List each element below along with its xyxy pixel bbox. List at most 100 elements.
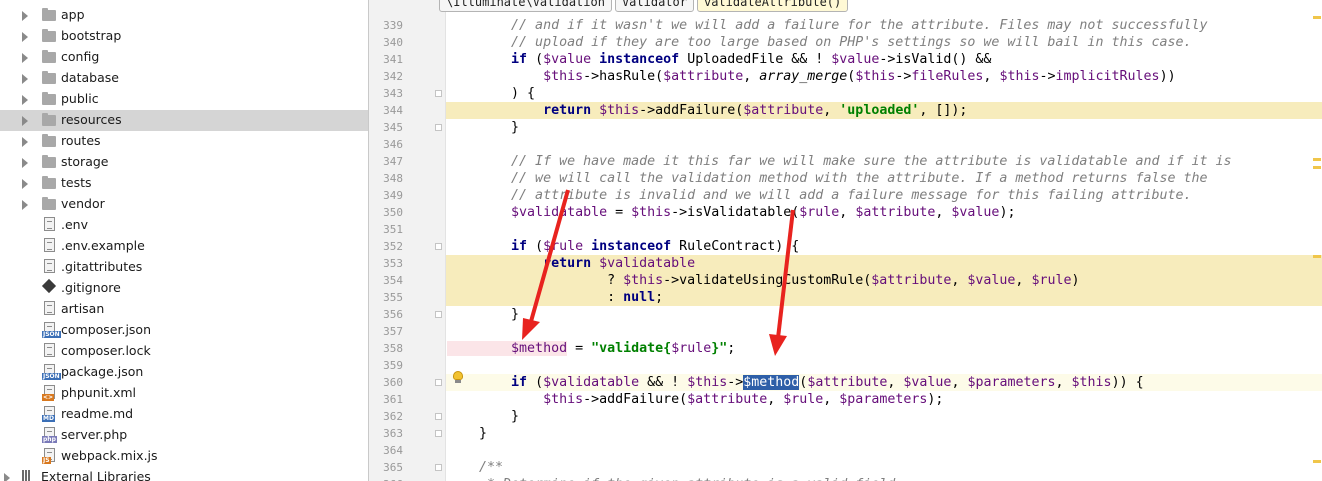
code-line[interactable]: $validatable = $this->isValidatable($rul… [447, 204, 1015, 221]
tree-file-env-example[interactable]: .env.example [0, 236, 368, 257]
scroll-marker[interactable] [1313, 460, 1321, 463]
breadcrumb-item[interactable]: \Illuminate\Validation [439, 0, 612, 12]
code-line[interactable]: // we will call the validation method wi… [447, 170, 1207, 187]
code-line[interactable]: $this->addFailure($attribute, $rule, $pa… [447, 391, 943, 408]
code-line[interactable]: : null; [447, 289, 663, 306]
editor-scrollbar[interactable] [1312, 0, 1322, 481]
file-icon [44, 217, 55, 231]
chevron-right-icon[interactable] [22, 179, 28, 189]
line-number: 360 [383, 376, 403, 389]
chevron-right-icon[interactable] [4, 473, 10, 481]
tree-file-package-json[interactable]: JSON package.json [0, 362, 368, 383]
chevron-right-icon[interactable] [22, 74, 28, 84]
code-token: * Determine if the given attribute is a … [447, 477, 895, 481]
scroll-marker[interactable] [1313, 16, 1321, 19]
code-line[interactable]: } [447, 119, 519, 136]
code-line[interactable]: $this->hasRule($attribute, array_merge($… [447, 68, 1176, 85]
code-token: , [743, 69, 760, 84]
code-token: $rule [799, 205, 840, 220]
line-number: 339 [383, 19, 403, 32]
fold-icon[interactable] [435, 464, 442, 471]
code-line[interactable]: // attribute is invalid and we will add … [447, 187, 1192, 204]
code-line[interactable]: } [447, 306, 519, 323]
scroll-marker[interactable] [1313, 158, 1321, 161]
code-line[interactable]: if ($value instanceof UploadedFile && ! … [447, 51, 991, 68]
fold-icon[interactable] [435, 124, 442, 131]
tree-file-gitignore[interactable]: .gitignore [0, 278, 368, 299]
folder-icon [42, 29, 56, 42]
breadcrumb-item[interactable]: validateAttribute() [696, 0, 849, 12]
tree-folder-resources[interactable]: resources [0, 110, 368, 131]
tree-file-env[interactable]: .env [0, 215, 368, 236]
chevron-right-icon[interactable] [22, 200, 28, 210]
code-line[interactable]: ) { [447, 85, 535, 102]
line-number: 345 [383, 121, 403, 134]
chevron-right-icon[interactable] [22, 116, 28, 126]
breadcrumb-item[interactable]: Validator [614, 0, 694, 12]
chevron-right-icon[interactable] [22, 53, 28, 63]
code-line[interactable]: // and if it wasn't we will add a failur… [447, 17, 1207, 34]
code-token: $validatable [447, 205, 608, 220]
code-token: ->addFailure( [583, 392, 688, 407]
code-line[interactable]: // If we have made it this far we will m… [447, 153, 1232, 170]
chevron-right-icon[interactable] [22, 137, 28, 147]
code-token: , []); [919, 103, 968, 118]
tree-folder-vendor[interactable]: vendor [0, 194, 368, 215]
tree-folder-public[interactable]: public [0, 89, 368, 110]
tree-file-composer-lock[interactable]: composer.lock [0, 341, 368, 362]
code-line[interactable]: } [447, 408, 519, 425]
code-line[interactable]: // upload if they are too large based on… [447, 34, 1191, 51]
tree-file-readme-md[interactable]: MD readme.md [0, 404, 368, 425]
fold-icon[interactable] [435, 90, 442, 97]
chevron-right-icon[interactable] [22, 158, 28, 168]
fold-icon[interactable] [435, 379, 442, 386]
code-line[interactable]: return $this->addFailure($attribute, 'up… [447, 102, 967, 119]
tree-folder-app[interactable]: app [0, 5, 368, 26]
code-line[interactable]: if ($rule instanceof RuleContract) { [447, 238, 799, 255]
code-line[interactable]: if ($validatable && ! $this->$method($at… [447, 374, 1144, 391]
fold-icon[interactable] [435, 430, 442, 437]
tree-file-server-php[interactable]: php server.php [0, 425, 368, 446]
tree-folder-tests[interactable]: tests [0, 173, 368, 194]
tree-file-gitattributes[interactable]: .gitattributes [0, 257, 368, 278]
chevron-right-icon[interactable] [22, 32, 28, 42]
tree-item-label: bootstrap [61, 28, 122, 43]
code-editor[interactable]: 339 340 341 342 343 344 345 346 347 348 349 350 351 3… [369, 0, 1322, 481]
scroll-marker[interactable] [1313, 255, 1321, 258]
code-line[interactable]: return $validatable [447, 255, 695, 272]
code-line[interactable]: * Determine if the given attribute is a … [447, 476, 895, 481]
tree-folder-storage[interactable]: storage [0, 152, 368, 173]
tree-item-label: public [61, 91, 99, 106]
code-token: $parameters [839, 392, 928, 407]
code-line[interactable]: } [447, 425, 487, 442]
tree-folder-bootstrap[interactable]: bootstrap [0, 26, 368, 47]
chevron-right-icon[interactable] [22, 95, 28, 105]
code-token: $attribute [871, 273, 952, 288]
tree-file-composer-json[interactable]: JSON composer.json [0, 320, 368, 341]
fold-icon[interactable] [435, 413, 442, 420]
code-token: -> [895, 69, 912, 84]
tree-file-artisan[interactable]: artisan [0, 299, 368, 320]
tree-file-webpack-mix-js[interactable]: JS webpack.mix.js [0, 446, 368, 467]
code-token: if [447, 52, 528, 67]
code-line[interactable]: ? $this->validateUsingCustomRule($attrib… [447, 272, 1079, 289]
code-line[interactable]: /** [447, 459, 503, 476]
chevron-right-icon[interactable] [22, 11, 28, 21]
tree-folder-config[interactable]: config [0, 47, 368, 68]
fold-icon[interactable] [435, 243, 442, 250]
tree-item-label: composer.lock [61, 343, 151, 358]
fold-icon[interactable] [435, 311, 442, 318]
code-line[interactable]: $method = "validate{$rule}"; [447, 340, 735, 357]
code-token: // attribute is invalid and we will add … [447, 188, 1192, 203]
code-token: $attribute [687, 392, 768, 407]
tree-file-phpunit-xml[interactable]: <> phpunit.xml [0, 383, 368, 404]
line-number: 355 [383, 291, 403, 304]
tree-folder-database[interactable]: database [0, 68, 368, 89]
tree-item-label: .env [61, 217, 88, 232]
scroll-marker[interactable] [1313, 166, 1321, 169]
tree-external-libraries[interactable]: External Libraries [0, 467, 368, 481]
lightbulb-icon[interactable] [453, 371, 463, 383]
tree-folder-routes[interactable]: routes [0, 131, 368, 152]
tree-item-label: resources [61, 112, 122, 127]
code-token: -> [727, 375, 744, 390]
